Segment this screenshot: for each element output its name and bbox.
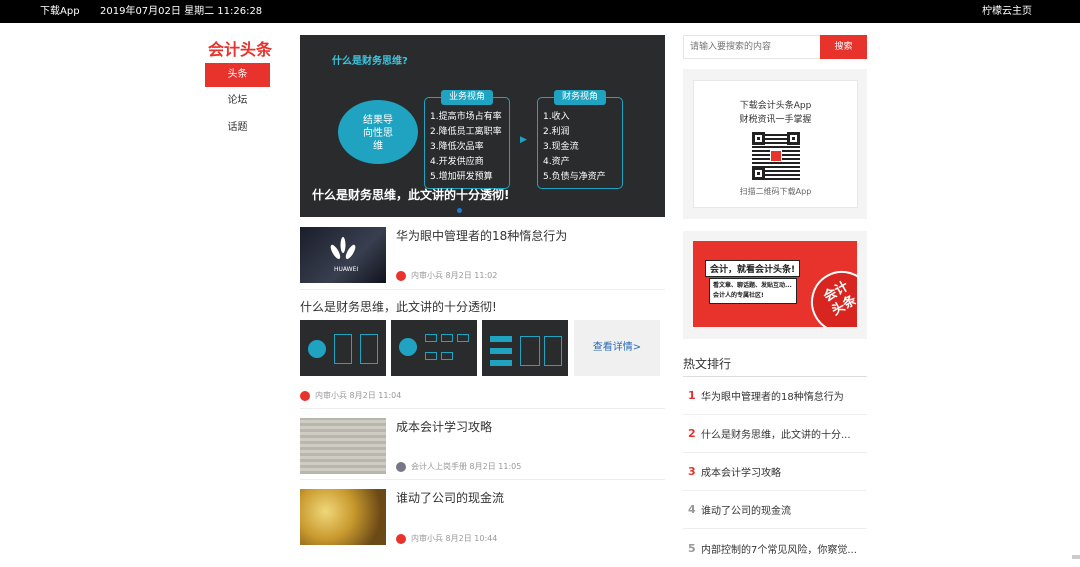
article-meta: 会计人上岗手册 8月2日 11:05	[396, 461, 521, 472]
hot-list-item[interactable]: 3 成本会计学习攻略	[683, 453, 867, 491]
site-logo[interactable]: 会计头条	[208, 36, 272, 60]
banner-caption[interactable]: 什么是财务思维，此文讲的十分透彻!	[312, 186, 509, 203]
box-item: 2.降低员工离职率	[430, 127, 502, 137]
box-item: 3.降低次品率	[430, 142, 484, 152]
hot-item-title[interactable]: 谁动了公司的现金流	[701, 502, 791, 517]
thumb-text: HUAWEI	[334, 266, 358, 273]
author-name[interactable]: 内审小兵	[411, 533, 443, 544]
article-meta: 内审小兵 8月2日 11:04	[300, 390, 401, 401]
circle-line: 结果导	[363, 115, 393, 126]
banner-circle: 结果导 向性思 维	[338, 100, 418, 164]
hot-item-title[interactable]: 什么是财务思维，此文讲的十分...	[701, 426, 851, 441]
author-name[interactable]: 内审小兵	[315, 390, 347, 401]
business-view-box: 业务视角 1.提高市场占有率 2.降低员工离职率 3.降低次品率 4.开发供应商…	[424, 90, 510, 189]
ad-subtext: 看文章、聊话题、发贴互动... 会计人的专属社区!	[709, 278, 797, 304]
article-meta: 内审小兵 8月2日 10:44	[396, 533, 497, 544]
nav-item-headlines[interactable]: 头条	[205, 63, 270, 87]
app-card-title: 下载会计头条App	[739, 101, 812, 111]
hot-list-item[interactable]: 2 什么是财务思维，此文讲的十分...	[683, 415, 867, 453]
divider	[300, 479, 665, 480]
article-title[interactable]: 成本会计学习攻略	[396, 418, 492, 435]
post-date: 8月2日 11:04	[349, 391, 402, 400]
rank-number: 1	[688, 389, 696, 402]
box-item: 3.现金流	[543, 142, 579, 152]
author-name[interactable]: 会计人上岗手册	[411, 461, 467, 472]
divider	[300, 289, 665, 290]
top-bar: 下载App 2019年07月02日 星期二 11:26:28 柠檬云主页	[0, 0, 1080, 23]
article-meta: 内审小兵 8月2日 11:02	[396, 270, 497, 281]
article-title[interactable]: 谁动了公司的现金流	[396, 489, 504, 506]
search-button[interactable]: 搜索	[820, 35, 867, 59]
box-header: 财务视角	[553, 90, 607, 105]
hot-item-title[interactable]: 内部控制的7个常见风险，你察觉...	[701, 541, 857, 556]
gallery-image[interactable]	[391, 320, 477, 376]
rank-number: 5	[688, 541, 696, 555]
datetime-text: 2019年07月02日 星期二 11:26:28	[100, 6, 263, 17]
post-date: 8月2日 11:02	[445, 271, 498, 280]
gallery-image[interactable]	[300, 320, 386, 376]
hot-list-item[interactable]: 1 华为眼中管理者的18种惰怠行为	[683, 377, 867, 415]
app-card-hint: 扫描二维码下载App	[739, 187, 812, 196]
hot-item-title[interactable]: 华为眼中管理者的18种惰怠行为	[701, 388, 844, 403]
avatar	[300, 390, 310, 401]
avatar	[396, 270, 406, 281]
box-item: 5.增加研发预算	[430, 172, 493, 182]
box-header: 业务视角	[440, 90, 494, 105]
box-item: 2.利润	[543, 127, 570, 137]
banner-carousel[interactable]: 什么是财务思维? 结果导 向性思 维 业务视角 1.提高市场占有率 2.降低员工…	[300, 35, 665, 217]
app-download-panel: 下载会计头条App 财税资讯一手掌握 扫描二维码下载App	[683, 69, 867, 219]
author-name[interactable]: 内审小兵	[411, 270, 443, 281]
download-app-link[interactable]: 下载App	[40, 0, 80, 23]
ad-panel: 会计，就看会计头条! 看文章、聊话题、发贴互动... 会计人的专属社区! 会计 …	[683, 231, 867, 339]
article-thumbnail[interactable]: HUAWEI	[300, 227, 386, 283]
ad-seal: 会计 头条	[799, 259, 857, 327]
finance-view-box: 财务视角 1.收入 2.利润 3.现金流 4.资产 5.负债与净资产	[537, 90, 623, 189]
hot-list-item[interactable]: 4 谁动了公司的现金流	[683, 491, 867, 529]
box-item: 4.开发供应商	[430, 157, 484, 167]
arrow-icon: ▶	[520, 135, 527, 145]
hot-list-heading: 热文排行	[683, 357, 732, 371]
rank-number: 4	[688, 503, 696, 516]
hot-list-item[interactable]: 5 内部控制的7个常见风险，你察觉...	[683, 529, 867, 567]
circle-line: 维	[373, 141, 383, 152]
circle-line: 向性思	[363, 128, 393, 139]
app-download-card: 下载会计头条App 财税资讯一手掌握 扫描二维码下载App	[693, 80, 858, 208]
avatar	[396, 533, 406, 544]
huawei-logo-icon: HUAWEI	[330, 237, 358, 273]
box-item: 4.资产	[543, 157, 570, 167]
homepage-link[interactable]: 柠檬云主页	[982, 0, 1032, 23]
box-item: 1.提高市场占有率	[430, 112, 502, 122]
view-details-link[interactable]: 查看详情>	[574, 320, 660, 376]
article-thumbnail[interactable]	[300, 489, 386, 545]
gallery-image[interactable]	[482, 320, 568, 376]
ad-banner[interactable]: 会计，就看会计头条! 看文章、聊话题、发贴互动... 会计人的专属社区! 会计 …	[693, 241, 857, 327]
carousel-dot[interactable]	[457, 208, 462, 213]
avatar	[396, 461, 406, 472]
article-title[interactable]: 什么是财务思维，此文讲的十分透彻!	[300, 298, 497, 315]
ad-headline: 会计，就看会计头条!	[705, 260, 801, 277]
article-title[interactable]: 华为眼中管理者的18种惰怠行为	[396, 227, 567, 244]
rank-number: 3	[688, 465, 696, 478]
ad-subtext-line: 看文章、聊话题、发贴互动...	[713, 282, 792, 289]
article-thumbnail[interactable]	[300, 418, 386, 474]
box-item: 1.收入	[543, 112, 570, 122]
hot-item-title[interactable]: 成本会计学习攻略	[701, 464, 781, 479]
nav-item-topics[interactable]: 话题	[205, 116, 270, 140]
scrollbar[interactable]	[1072, 555, 1080, 559]
nav-item-forum[interactable]: 论坛	[205, 89, 270, 113]
post-date: 8月2日 10:44	[445, 534, 498, 543]
ad-subtext-line: 会计人的专属社区!	[713, 292, 764, 299]
search-input[interactable]	[683, 35, 821, 59]
divider	[300, 408, 665, 409]
qr-code-icon	[751, 132, 800, 180]
app-card-subtitle: 财税资讯一手掌握	[739, 115, 812, 125]
banner-question: 什么是财务思维?	[332, 56, 408, 67]
rank-number: 2	[688, 427, 696, 440]
box-item: 5.负债与净资产	[543, 172, 606, 182]
post-date: 8月2日 11:05	[469, 462, 522, 471]
